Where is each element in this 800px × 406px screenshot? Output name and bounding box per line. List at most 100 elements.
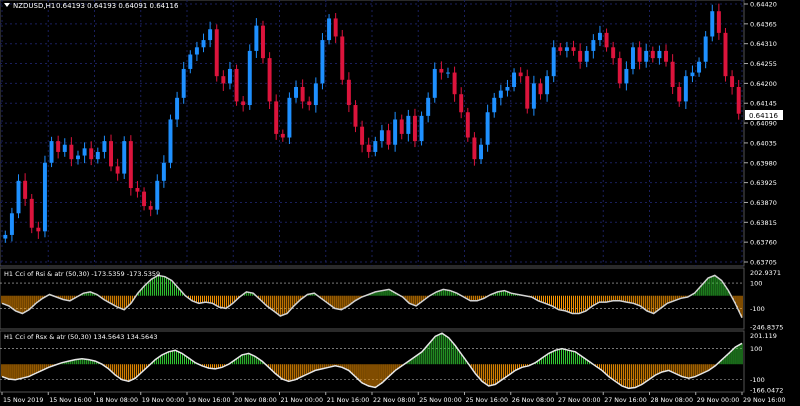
price-tick-label: 0.63760 <box>750 239 777 247</box>
indicator-tick-label: 202.9371 <box>750 269 781 277</box>
time-tick-label: 21 Nov 00:00 <box>281 397 323 404</box>
candle-body <box>393 119 398 145</box>
candle-body <box>214 29 219 77</box>
candle-body <box>419 115 424 142</box>
candle-body <box>677 86 682 102</box>
candle-body <box>49 141 54 163</box>
indicator-tick-label: -100 <box>750 305 765 313</box>
candle-body <box>161 162 166 181</box>
candle-body <box>518 72 523 77</box>
candle-body <box>379 130 384 142</box>
indicator1-axis: 202.9371 100 -100 -246.8375 <box>750 269 783 332</box>
candle-body <box>624 68 629 84</box>
candle-body <box>637 47 642 62</box>
candle-body <box>690 72 695 77</box>
candle-body <box>578 50 583 62</box>
time-tick-label: 15 Nov 2019 <box>3 397 43 404</box>
candle-body <box>280 133 285 138</box>
candle-body <box>492 97 497 113</box>
candle-body <box>300 86 305 102</box>
candle-body <box>505 86 510 91</box>
candle-body <box>346 79 351 106</box>
candle-body <box>432 68 437 98</box>
indicator2-axis: 201.119 100 -100 -166.0472 <box>750 332 783 395</box>
candle-body <box>571 47 576 51</box>
candle-body <box>386 130 391 145</box>
price-tick-label: 0.64365 <box>750 20 777 28</box>
time-tick-label: 25 Nov 00:00 <box>419 397 461 404</box>
candle-body <box>650 50 655 59</box>
candle-body <box>313 83 318 106</box>
time-tick-label: 19 Nov 16:00 <box>188 397 230 404</box>
candle-body <box>227 68 232 84</box>
candle-body <box>545 76 550 95</box>
candle-body <box>320 40 325 84</box>
chart-window[interactable]: NZDUSD,H1 0.64193 0.64193 0.64091 0.6411… <box>0 0 800 406</box>
candle-body <box>525 76 530 109</box>
price-pane[interactable]: NZDUSD,H1 0.64193 0.64193 0.64091 0.6411… <box>0 0 745 267</box>
candle-body <box>168 119 173 163</box>
price-tick-label: 0.63815 <box>750 219 777 227</box>
candle-body <box>459 94 464 113</box>
indicator1-pane[interactable]: H1 Cci of Rsi & atr (50,30) -173.5359 -1… <box>0 267 745 330</box>
candle-body <box>261 25 265 59</box>
time-tick-label: 22 Nov 08:00 <box>373 397 415 404</box>
candle-body <box>683 76 688 102</box>
candle-body <box>564 47 569 51</box>
indicator-tick-label: -166.0472 <box>750 387 783 395</box>
candle-body <box>697 61 702 73</box>
time-tick-label: 29 Nov 16:00 <box>743 397 785 404</box>
indicator2-label: H1 Cci of Rsx & atr (50,30) 134.5643 134… <box>4 333 157 341</box>
current-price-tag: 0.64116 <box>745 110 783 120</box>
candle-body <box>29 198 34 228</box>
candle-body <box>472 137 477 160</box>
candle-body <box>617 58 622 84</box>
candle-body <box>208 29 213 41</box>
time-tick-label: 28 Nov 08:00 <box>651 397 693 404</box>
candle-body <box>399 119 404 134</box>
time-tick-label: 25 Nov 16:00 <box>466 397 508 404</box>
candle-body <box>122 141 127 174</box>
candle-body <box>82 148 87 156</box>
candle-body <box>294 86 298 98</box>
candle-body <box>62 144 67 152</box>
candle-body <box>670 61 675 87</box>
price-tick-label: 0.64035 <box>750 139 777 147</box>
candle-body <box>9 213 14 235</box>
price-tick-label: 0.63870 <box>750 199 777 207</box>
symbol-label: NZDUSD,H1 <box>13 2 55 10</box>
candle-body <box>241 101 246 106</box>
candle-body <box>452 72 457 95</box>
indicator-tick-label: -246.8375 <box>750 324 783 332</box>
candle-body <box>723 32 728 77</box>
candle-body <box>584 50 589 62</box>
candle-body <box>716 11 721 33</box>
candle-body <box>703 36 708 62</box>
price-tick-label: 0.64145 <box>750 100 777 108</box>
candle-body <box>611 47 616 59</box>
candle-body <box>142 191 147 207</box>
candle-body <box>181 68 186 98</box>
candle-body <box>135 188 140 192</box>
candle-body <box>274 101 279 134</box>
candle-body <box>360 126 365 145</box>
indicator2-pane[interactable]: H1 Cci of Rsx & atr (50,30) 134.5643 134… <box>0 330 745 393</box>
candle-body <box>16 180 21 214</box>
time-tick-label: 20 Nov 08:00 <box>234 397 276 404</box>
candle-body <box>287 97 292 138</box>
candle-body <box>247 50 252 106</box>
candle-body <box>412 115 417 142</box>
candle-body <box>175 97 180 120</box>
candle-body <box>498 90 503 98</box>
candle-body <box>736 86 741 114</box>
time-tick-label: 18 Nov 08:00 <box>96 397 138 404</box>
candle-body <box>631 47 635 69</box>
candle-body <box>115 166 120 174</box>
indicator-tick-label: 201.119 <box>750 332 777 340</box>
time-tick-label: 27 Nov 16:00 <box>604 397 646 404</box>
candle-body <box>234 68 239 102</box>
candle-body <box>102 141 107 152</box>
time-tick-label: 21 Nov 16:00 <box>327 397 369 404</box>
candle-body <box>155 180 160 210</box>
candle-body <box>657 50 662 59</box>
